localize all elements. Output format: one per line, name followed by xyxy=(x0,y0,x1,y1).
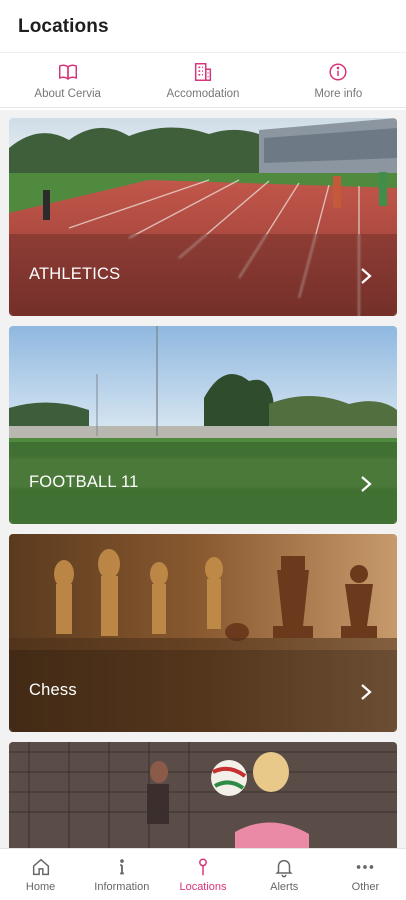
card-title: FOOTBALL 11 xyxy=(29,473,139,491)
tab-label: Accomodation xyxy=(166,87,240,100)
tab-more-info[interactable]: More info xyxy=(271,53,406,107)
tab-label: More info xyxy=(314,87,363,100)
location-pin-icon xyxy=(199,858,207,876)
chevron-right-icon xyxy=(361,268,372,284)
info-circle-icon xyxy=(329,62,347,81)
location-card-athletics[interactable]: ATHLETICS xyxy=(9,118,397,316)
tab-label: About Cervia xyxy=(34,87,101,100)
nav-label: Information xyxy=(94,881,150,893)
info-icon xyxy=(119,859,124,875)
volleyball-players-photo xyxy=(9,742,397,848)
app-header: Locations xyxy=(0,0,406,52)
nav-label: Home xyxy=(25,881,56,893)
nav-label: Other xyxy=(351,881,380,893)
nav-label: Alerts xyxy=(270,881,299,893)
home-icon xyxy=(32,858,49,876)
nav-locations[interactable]: Locations xyxy=(162,849,243,900)
page-title: Locations xyxy=(18,16,109,37)
location-card-football-11[interactable]: FOOTBALL 11 xyxy=(9,326,397,524)
tab-about-cervia[interactable]: About Cervia xyxy=(0,53,135,107)
tab-accomodation[interactable]: Accomodation xyxy=(135,53,270,107)
location-card-chess[interactable]: Chess xyxy=(9,534,397,732)
nav-home[interactable]: Home xyxy=(0,849,81,900)
card-title: Chess xyxy=(29,681,77,699)
locations-list[interactable]: ATHLETICS FOOTBALL 11 Chess xyxy=(0,110,406,848)
building-icon xyxy=(194,62,212,81)
nav-alerts[interactable]: Alerts xyxy=(244,849,325,900)
bottom-navigation: Home Information Locations Alerts Other xyxy=(0,848,406,900)
bell-icon xyxy=(275,859,293,878)
nav-information[interactable]: Information xyxy=(81,849,162,900)
chevron-right-icon xyxy=(361,684,372,700)
chevron-right-icon xyxy=(361,476,372,492)
location-card-volleyball[interactable] xyxy=(9,742,397,848)
nav-other[interactable]: Other xyxy=(325,849,406,900)
nav-label: Locations xyxy=(179,881,227,893)
card-title: ATHLETICS xyxy=(29,265,121,283)
more-dots-icon xyxy=(357,865,374,869)
book-icon xyxy=(58,64,77,80)
top-tab-bar: About Cervia Accomodation More info xyxy=(0,52,406,108)
